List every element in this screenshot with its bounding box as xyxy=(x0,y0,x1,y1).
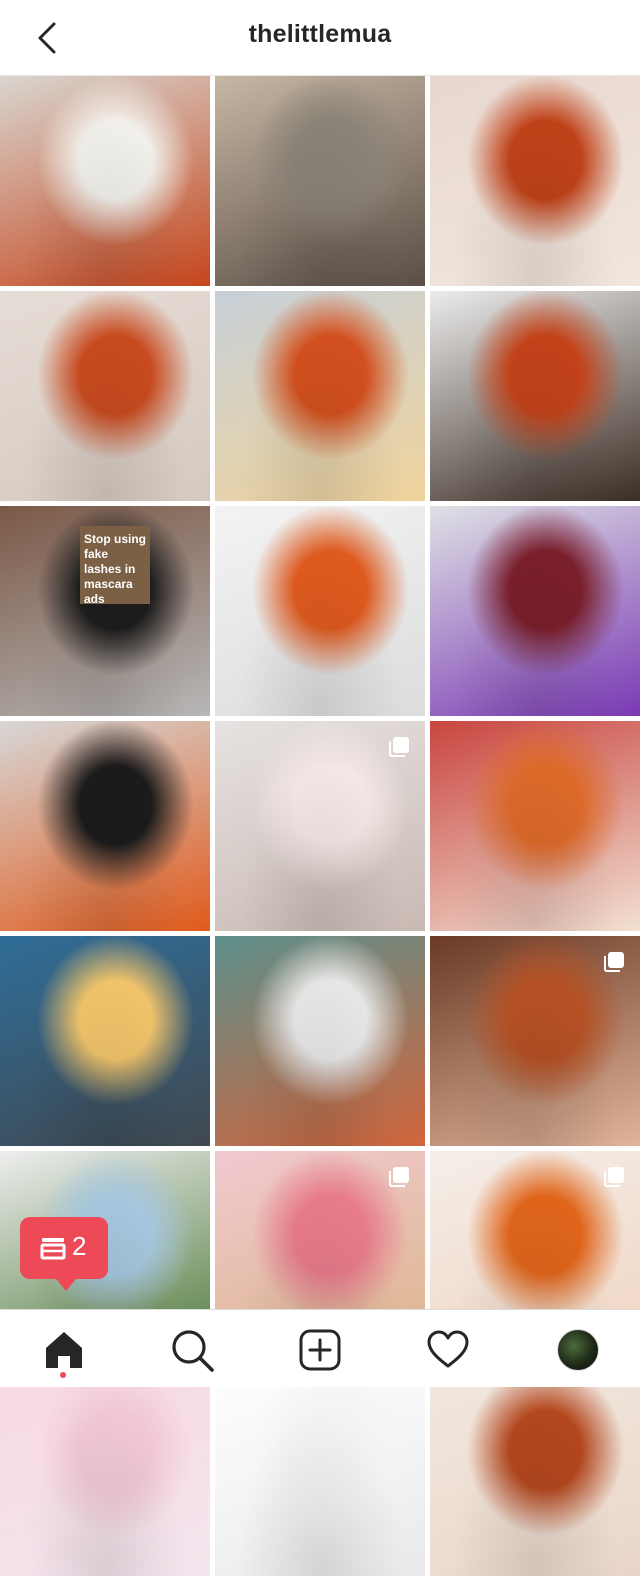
post-image xyxy=(215,1366,425,1576)
bottom-tab-bar xyxy=(0,1309,640,1387)
post-image xyxy=(0,721,210,931)
post-image xyxy=(0,1366,210,1576)
post-image xyxy=(430,291,640,501)
home-icon xyxy=(46,1332,82,1368)
tab-profile-avatar[interactable] xyxy=(557,1329,599,1371)
post-thumbnail[interactable] xyxy=(430,1366,640,1576)
post-thumbnail[interactable] xyxy=(0,1366,210,1576)
post-thumbnail[interactable]: WHEN I SAID CAN YOU xyxy=(215,1366,425,1576)
activity-notification-badge[interactable]: 2 xyxy=(20,1217,108,1291)
post-thumbnail[interactable]: Stop using fake lashes in mascara ads xyxy=(0,506,210,716)
home-active-dot xyxy=(60,1372,66,1378)
post-thumbnail[interactable] xyxy=(215,506,425,716)
post-thumbnail[interactable] xyxy=(430,76,640,286)
post-thumbnail[interactable] xyxy=(430,721,640,931)
post-image xyxy=(430,721,640,931)
post-thumbnail[interactable] xyxy=(0,936,210,1146)
post-thumbnail[interactable] xyxy=(215,76,425,286)
protest-sign-text: Stop using fake lashes in mascara ads xyxy=(80,526,150,606)
post-thumbnail[interactable] xyxy=(215,936,425,1146)
post-image xyxy=(215,291,425,501)
post-thumbnail[interactable] xyxy=(430,291,640,501)
top-navigation-bar: thelittlemua xyxy=(0,0,640,76)
notification-count: 2 xyxy=(72,1231,87,1261)
post-image xyxy=(430,76,640,286)
post-image xyxy=(215,76,425,286)
post-image xyxy=(430,1366,640,1576)
post-thumbnail[interactable] xyxy=(215,291,425,501)
tab-activity[interactable] xyxy=(426,1328,470,1372)
tab-create[interactable] xyxy=(298,1328,342,1372)
post-image xyxy=(215,506,425,716)
tab-search[interactable] xyxy=(170,1328,214,1372)
post-thumbnail[interactable] xyxy=(430,506,640,716)
post-image xyxy=(430,506,640,716)
post-image xyxy=(0,936,210,1146)
carousel-icon xyxy=(389,737,409,757)
post-thumbnail[interactable] xyxy=(0,291,210,501)
search-icon xyxy=(172,1330,214,1372)
heart-icon xyxy=(427,1330,469,1368)
post-thumbnail[interactable] xyxy=(0,721,210,931)
plus-square-icon xyxy=(299,1329,341,1371)
stack-icon xyxy=(40,1238,66,1260)
post-image xyxy=(0,76,210,286)
post-image xyxy=(0,291,210,501)
post-thumbnail[interactable] xyxy=(430,936,640,1146)
post-image xyxy=(215,936,425,1146)
tab-home[interactable] xyxy=(42,1328,86,1372)
carousel-icon xyxy=(604,1167,624,1187)
carousel-icon xyxy=(604,952,624,972)
carousel-icon xyxy=(389,1167,409,1187)
post-thumbnail[interactable] xyxy=(215,721,425,931)
post-thumbnail[interactable] xyxy=(0,76,210,286)
profile-username-title: thelittlemua xyxy=(248,20,392,48)
